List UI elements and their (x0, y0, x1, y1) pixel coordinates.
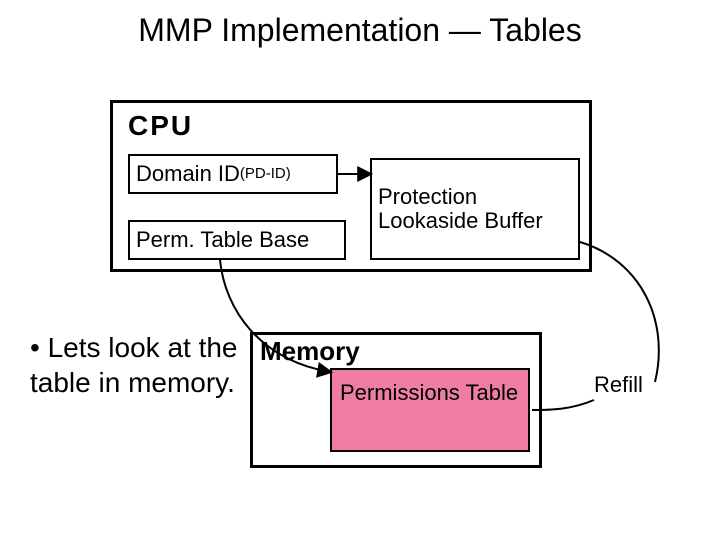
bullet-text: Lets look at the table in memory. (30, 330, 240, 400)
perm-table-base-box: Perm. Table Base (128, 220, 346, 260)
cpu-label: CPU (128, 110, 193, 142)
slide-title: MMP Implementation — Tables (0, 12, 720, 49)
plb-box: Protection Lookaside Buffer (370, 158, 580, 260)
perm-table-base-label: Perm. Table Base (136, 228, 309, 252)
pd-id-label: (PD-ID) (240, 166, 291, 183)
domain-id-label: Domain ID (136, 162, 240, 186)
permissions-table-label: Permissions Table (340, 380, 518, 405)
refill-label: Refill (594, 372, 643, 398)
domain-id-box: Domain ID (PD-ID) (128, 154, 338, 194)
memory-label: Memory (260, 336, 360, 367)
permissions-table-box: Permissions Table (330, 368, 530, 452)
plb-label: Protection Lookaside Buffer (378, 185, 578, 233)
